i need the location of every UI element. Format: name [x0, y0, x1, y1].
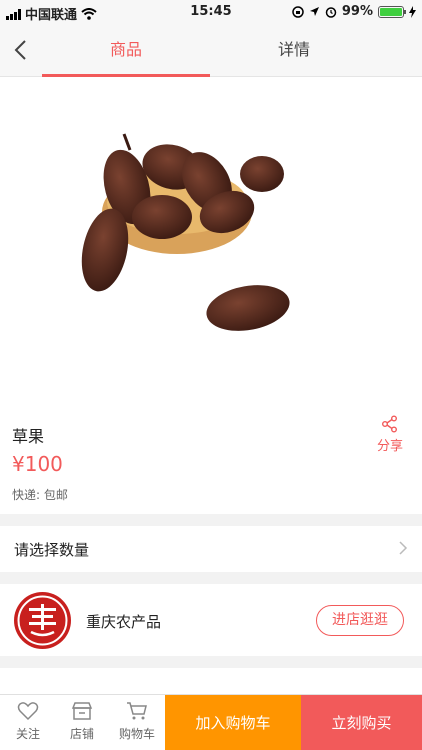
heart-icon — [17, 702, 39, 721]
shop-button[interactable]: 店铺 — [57, 701, 107, 742]
status-right: 99% — [292, 4, 416, 19]
chevron-right-icon — [399, 541, 408, 555]
quantity-label: 请选择数量 — [14, 541, 90, 559]
store-icon — [71, 702, 93, 720]
product-image — [81, 133, 290, 331]
battery-icon — [378, 5, 406, 18]
tab-detail[interactable]: 详情 — [210, 24, 378, 77]
share-label: 分享 — [376, 439, 403, 454]
rotation-lock-icon — [292, 5, 304, 18]
status-bar: 中国联通 15:45 99% — [0, 0, 422, 24]
back-icon[interactable] — [10, 38, 34, 62]
nav-bar: 商品 详情 — [0, 24, 422, 77]
shop-row: 重庆农产品 进店逛逛 — [0, 584, 422, 656]
cart-icon — [127, 702, 147, 720]
location-icon — [309, 7, 319, 16]
bottom-bar: 关注 店铺 购物车 加入购物车 立刻购买 — [0, 694, 422, 750]
add-to-cart-button[interactable]: 加入购物车 — [165, 695, 301, 750]
product-price: ¥100 — [12, 452, 63, 476]
shop-logo — [14, 592, 71, 649]
content-strip — [0, 668, 422, 694]
charging-icon — [409, 5, 416, 18]
shop-name: 重庆农产品 — [86, 613, 162, 631]
follow-label: 关注 — [15, 727, 40, 741]
battery-percent: 99% — [341, 4, 373, 19]
share-button[interactable]: 分享 — [374, 415, 406, 454]
cart-button[interactable]: 购物车 — [112, 701, 162, 742]
follow-button[interactable]: 关注 — [3, 701, 53, 742]
product-image-area — [0, 77, 422, 407]
cart-label: 购物车 — [118, 727, 155, 741]
product-info: 草果 ¥100 快递: 包邮 分享 — [0, 407, 422, 514]
quantity-selector[interactable]: 请选择数量 — [0, 526, 422, 572]
enter-shop-button[interactable]: 进店逛逛 — [316, 605, 404, 636]
tab-goods[interactable]: 商品 — [42, 24, 210, 77]
share-icon — [382, 415, 397, 433]
product-name: 草果 — [12, 427, 45, 446]
alarm-icon — [325, 6, 337, 18]
buy-now-button[interactable]: 立刻购买 — [301, 695, 422, 750]
shop-label: 店铺 — [69, 727, 94, 741]
shipping-info: 快递: 包邮 — [12, 488, 68, 502]
